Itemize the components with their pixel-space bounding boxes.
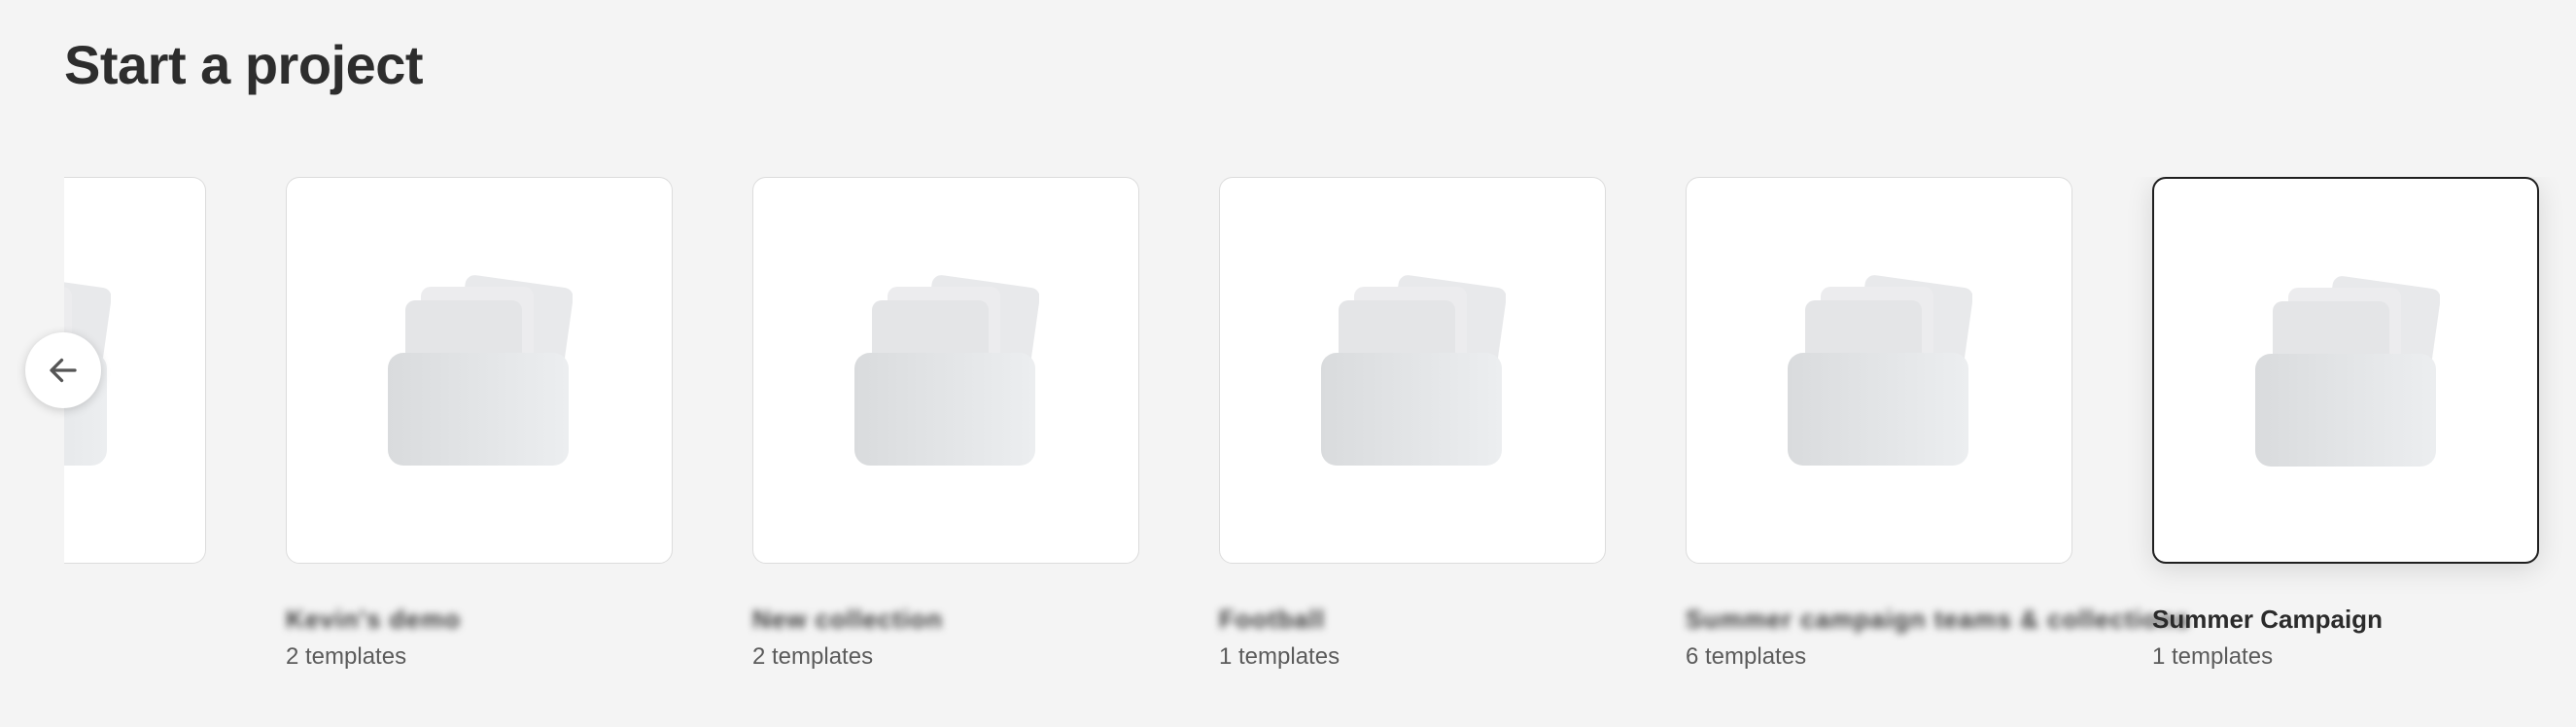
project-thumbnail[interactable] — [1219, 177, 1606, 564]
template-count: 2 templates — [286, 643, 407, 670]
project-card[interactable]: Kevin's demo 2 templates — [286, 177, 752, 670]
folder-icon — [2255, 276, 2440, 467]
project-thumbnail[interactable] — [286, 177, 673, 564]
project-card[interactable]: Football 1 templates — [1219, 177, 1686, 670]
project-name[interactable]: New collection — [752, 605, 943, 635]
folder-icon — [1788, 275, 1972, 466]
project-thumbnail[interactable] — [752, 177, 1139, 564]
arrow-left-icon — [50, 358, 77, 383]
folder-icon — [854, 275, 1039, 466]
project-name[interactable]: Summer Campaign — [2152, 605, 2383, 635]
project-name[interactable]: Summer campaign teams & collections — [1686, 605, 2190, 635]
template-count: 2 templates — [752, 643, 874, 670]
folder-icon — [1321, 275, 1506, 466]
project-name[interactable]: Football — [1219, 605, 1325, 635]
project-card-selected[interactable]: Summer Campaign 1 templates — [2152, 177, 2576, 670]
template-count: 6 templates — [1686, 643, 1807, 670]
template-count: 1 templates — [2152, 643, 2274, 670]
project-carousel: Kevin's demo 2 templates New collection … — [64, 177, 2576, 702]
template-count: 1 templates — [1219, 643, 1340, 670]
carousel-prev-button[interactable] — [25, 332, 101, 408]
start-project-page: Start a project Kevin's demo 2 templates… — [0, 0, 2576, 727]
project-card[interactable]: New collection 2 templates — [752, 177, 1219, 670]
project-thumbnail[interactable] — [1686, 177, 2072, 564]
page-title: Start a project — [64, 34, 424, 95]
folder-icon — [388, 275, 573, 466]
project-thumbnail[interactable] — [2152, 177, 2539, 564]
project-name[interactable]: Kevin's demo — [286, 605, 461, 635]
project-card[interactable]: Summer campaign teams & collections 6 te… — [1686, 177, 2189, 670]
